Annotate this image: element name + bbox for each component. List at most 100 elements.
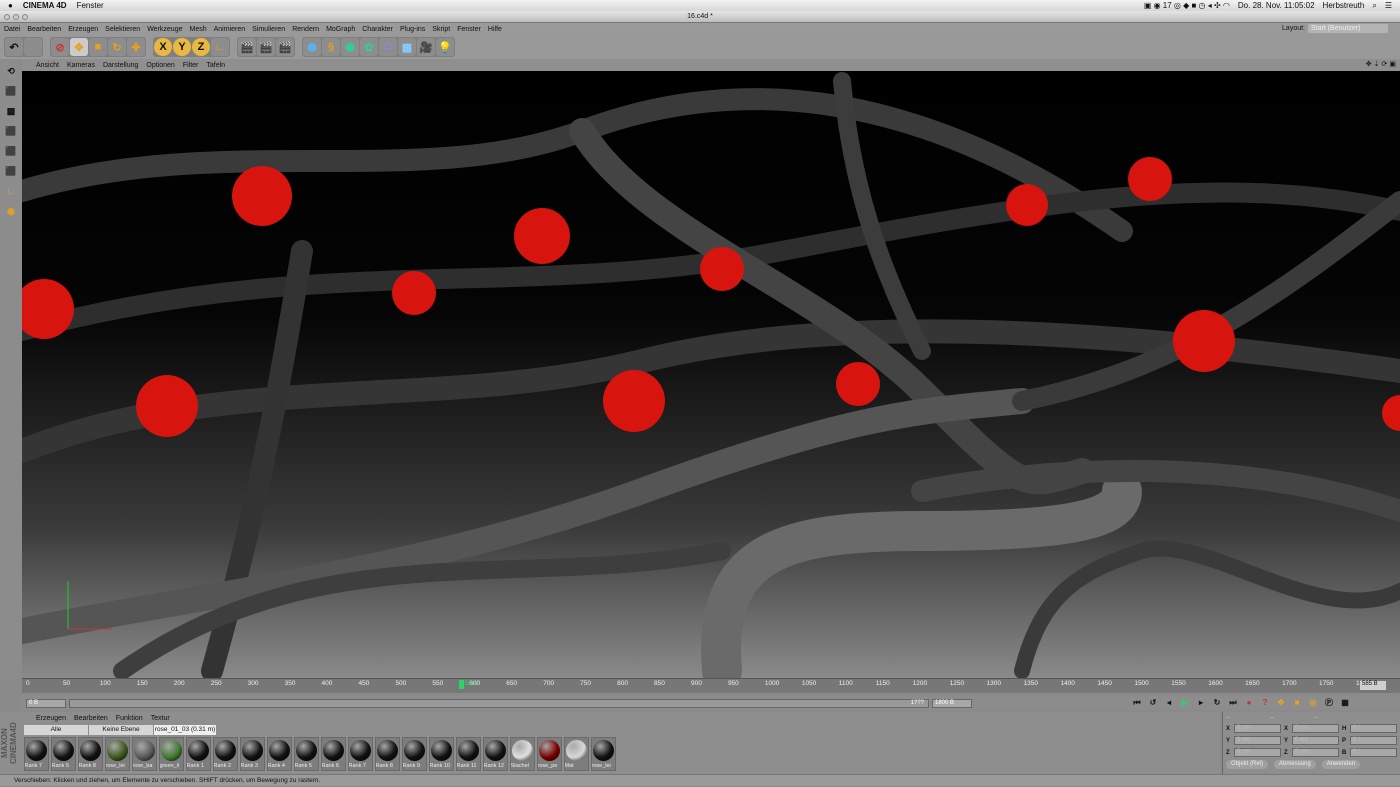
menu-selektieren[interactable]: Selektieren bbox=[105, 26, 140, 33]
key-param-icon[interactable]: Ⓟ bbox=[1322, 696, 1336, 709]
select-icon[interactable]: ⊘ bbox=[51, 38, 69, 56]
menu-erzeugen[interactable]: Erzeugen bbox=[68, 26, 98, 33]
scale-icon[interactable]: ■ bbox=[89, 38, 107, 56]
menu-charakter[interactable]: Charakter bbox=[362, 26, 393, 33]
apply-button[interactable]: Anwenden bbox=[1321, 760, 1361, 769]
floor-icon[interactable]: ▦ bbox=[398, 38, 416, 56]
key-rotation-icon[interactable]: ◎ bbox=[1306, 696, 1320, 709]
user-name[interactable]: Herbstreuth bbox=[1323, 1, 1365, 10]
light-icon[interactable]: 💡 bbox=[436, 38, 454, 56]
viewport-menu-kameras[interactable]: Kameras bbox=[67, 62, 95, 69]
x-axis-toggle[interactable]: X bbox=[154, 38, 172, 56]
record-icon[interactable]: ● bbox=[1242, 696, 1256, 709]
material-item[interactable]: Rank 12 bbox=[483, 737, 508, 771]
undo-icon[interactable]: ↶ bbox=[5, 38, 23, 56]
pan-icon[interactable]: ✥ bbox=[1366, 60, 1372, 68]
snap-icon[interactable]: ◉ bbox=[3, 203, 19, 219]
autokey-icon[interactable]: ? bbox=[1258, 696, 1272, 709]
menu-datei[interactable]: Datei bbox=[4, 26, 20, 33]
spotlight-icon[interactable]: ⌕ bbox=[1372, 1, 1376, 11]
material-item[interactable]: Rank 7 bbox=[24, 737, 49, 771]
clock[interactable]: Do. 28. Nov. 11:05:02 bbox=[1238, 1, 1315, 10]
orbit-icon[interactable]: ⟳ bbox=[1382, 60, 1388, 68]
dolly-icon[interactable]: ⇣ bbox=[1374, 60, 1380, 68]
preview-range-slider[interactable]: 1??? bbox=[69, 698, 929, 708]
material-item[interactable]: rose_pe bbox=[537, 737, 562, 771]
menu-werkzeuge[interactable]: Werkzeuge bbox=[147, 26, 182, 33]
key-pla-icon[interactable]: ▦ bbox=[1338, 696, 1352, 709]
viewport-menu-tafeln[interactable]: Tafeln bbox=[206, 62, 225, 69]
prev-frame-icon[interactable]: ◂ bbox=[1162, 696, 1176, 709]
menu-simulieren[interactable]: Simulieren bbox=[252, 26, 285, 33]
status-icons[interactable]: ▣ ◉ 17 ◎ ◆ ■ ◷ ◂ ✣ ◠ bbox=[1144, 1, 1230, 10]
filter-rose[interactable]: rose_01_03 (0.31 m) bbox=[154, 725, 216, 735]
make-editable-icon[interactable]: ⟲ bbox=[3, 63, 19, 79]
material-item[interactable]: Rank 7 bbox=[348, 737, 373, 771]
close-button[interactable] bbox=[4, 14, 10, 20]
model-mode-icon[interactable]: ⬛ bbox=[3, 83, 19, 99]
menu-animieren[interactable]: Animieren bbox=[214, 26, 246, 33]
edges-mode-icon[interactable]: ⬛ bbox=[3, 143, 19, 159]
material-item[interactable]: Rank 10 bbox=[429, 737, 454, 771]
coord-value-field[interactable]: 0 cm bbox=[1291, 736, 1339, 745]
zoom-button[interactable] bbox=[22, 14, 28, 20]
mat-menu-erzeugen[interactable]: Erzeugen bbox=[36, 715, 66, 724]
mat-menu-funktion[interactable]: Funktion bbox=[116, 715, 143, 724]
coordinate-system-icon[interactable]: ∟ bbox=[211, 38, 229, 56]
apple-icon[interactable]: ● bbox=[8, 1, 13, 10]
material-item[interactable]: Rank 6 bbox=[321, 737, 346, 771]
coord-value-field[interactable]: 0 cm bbox=[1291, 748, 1339, 757]
material-item[interactable]: Rank 8 bbox=[375, 737, 400, 771]
material-item[interactable]: Rank 5 bbox=[294, 737, 319, 771]
material-item[interactable]: Rank 5 bbox=[51, 737, 76, 771]
array-icon[interactable]: ✿ bbox=[360, 38, 378, 56]
menu-fenster[interactable]: Fenster bbox=[457, 26, 481, 33]
minimize-button[interactable] bbox=[13, 14, 19, 20]
layout-select[interactable]: Start (Benutzer) bbox=[1308, 24, 1388, 33]
menu-bearbeiten[interactable]: Bearbeiten bbox=[27, 26, 61, 33]
coord-size-select[interactable]: Abmessung bbox=[1274, 760, 1316, 769]
rotate-icon[interactable]: ↻ bbox=[108, 38, 126, 56]
menu-mograph[interactable]: MoGraph bbox=[326, 26, 355, 33]
redo-icon[interactable] bbox=[24, 38, 42, 56]
viewport-menu-filter[interactable]: Filter bbox=[183, 62, 199, 69]
menu-mesh[interactable]: Mesh bbox=[189, 26, 206, 33]
filter-keine-ebene[interactable]: Keine Ebene bbox=[89, 725, 153, 735]
render-picture-viewer-icon[interactable]: 🎬 bbox=[257, 38, 275, 56]
viewport-menu-optionen[interactable]: Optionen bbox=[146, 62, 174, 69]
material-item[interactable]: green_li bbox=[159, 737, 184, 771]
viewport-menu-ansicht[interactable]: Ansicht bbox=[36, 62, 59, 69]
3d-viewport[interactable] bbox=[22, 71, 1400, 678]
material-item[interactable]: rose_lei bbox=[105, 737, 130, 771]
camera-icon[interactable]: 🎥 bbox=[417, 38, 435, 56]
material-item[interactable]: rose_ba bbox=[132, 737, 157, 771]
play-icon[interactable]: ▶ bbox=[1178, 696, 1192, 709]
list-icon[interactable]: ☰ bbox=[1385, 1, 1392, 10]
coord-value-field[interactable]: 0 cm bbox=[1291, 724, 1339, 733]
mat-menu-bearbeiten[interactable]: Bearbeiten bbox=[74, 715, 108, 724]
material-item[interactable]: rose_lei bbox=[591, 737, 616, 771]
material-item[interactable]: Rank 3 bbox=[240, 737, 265, 771]
coord-value-field[interactable]: 0 ° bbox=[1349, 736, 1397, 745]
go-to-start-icon[interactable]: ⏮ bbox=[1130, 696, 1144, 709]
polygons-mode-icon[interactable]: ⬛ bbox=[3, 163, 19, 179]
end-frame-field[interactable]: 1800 B bbox=[932, 698, 972, 708]
coord-value-field[interactable]: 0 ° bbox=[1349, 748, 1397, 757]
timeline-ruler[interactable]: 0 50 100 150 200 250 300 350 400 450 500 550 600 650 7… bbox=[22, 678, 1400, 693]
maximize-icon[interactable]: ▣ bbox=[1389, 60, 1396, 68]
filter-alle[interactable]: Alle bbox=[24, 725, 88, 735]
current-frame-field[interactable]: 585 B bbox=[1360, 681, 1386, 690]
material-item[interactable]: Rank 9 bbox=[402, 737, 427, 771]
start-frame-field[interactable]: 0 B bbox=[26, 698, 66, 708]
material-item[interactable]: Rank 2 bbox=[213, 737, 238, 771]
menu-plugins[interactable]: Plug-ins bbox=[400, 26, 425, 33]
material-item[interactable]: Rank 11 bbox=[456, 737, 481, 771]
move-icon[interactable]: ✥ bbox=[70, 38, 88, 56]
go-to-end-icon[interactable]: ⏭ bbox=[1226, 696, 1240, 709]
material-item[interactable]: Rank 1 bbox=[186, 737, 211, 771]
coord-mode-select[interactable]: Objekt (Rel) bbox=[1226, 760, 1269, 769]
points-mode-icon[interactable]: ⬛ bbox=[3, 123, 19, 139]
cube-icon[interactable]: ⬢ bbox=[303, 38, 321, 56]
app-menu[interactable]: CINEMA 4D bbox=[23, 1, 67, 10]
coord-value-field[interactable]: 0 cm bbox=[1233, 724, 1281, 733]
